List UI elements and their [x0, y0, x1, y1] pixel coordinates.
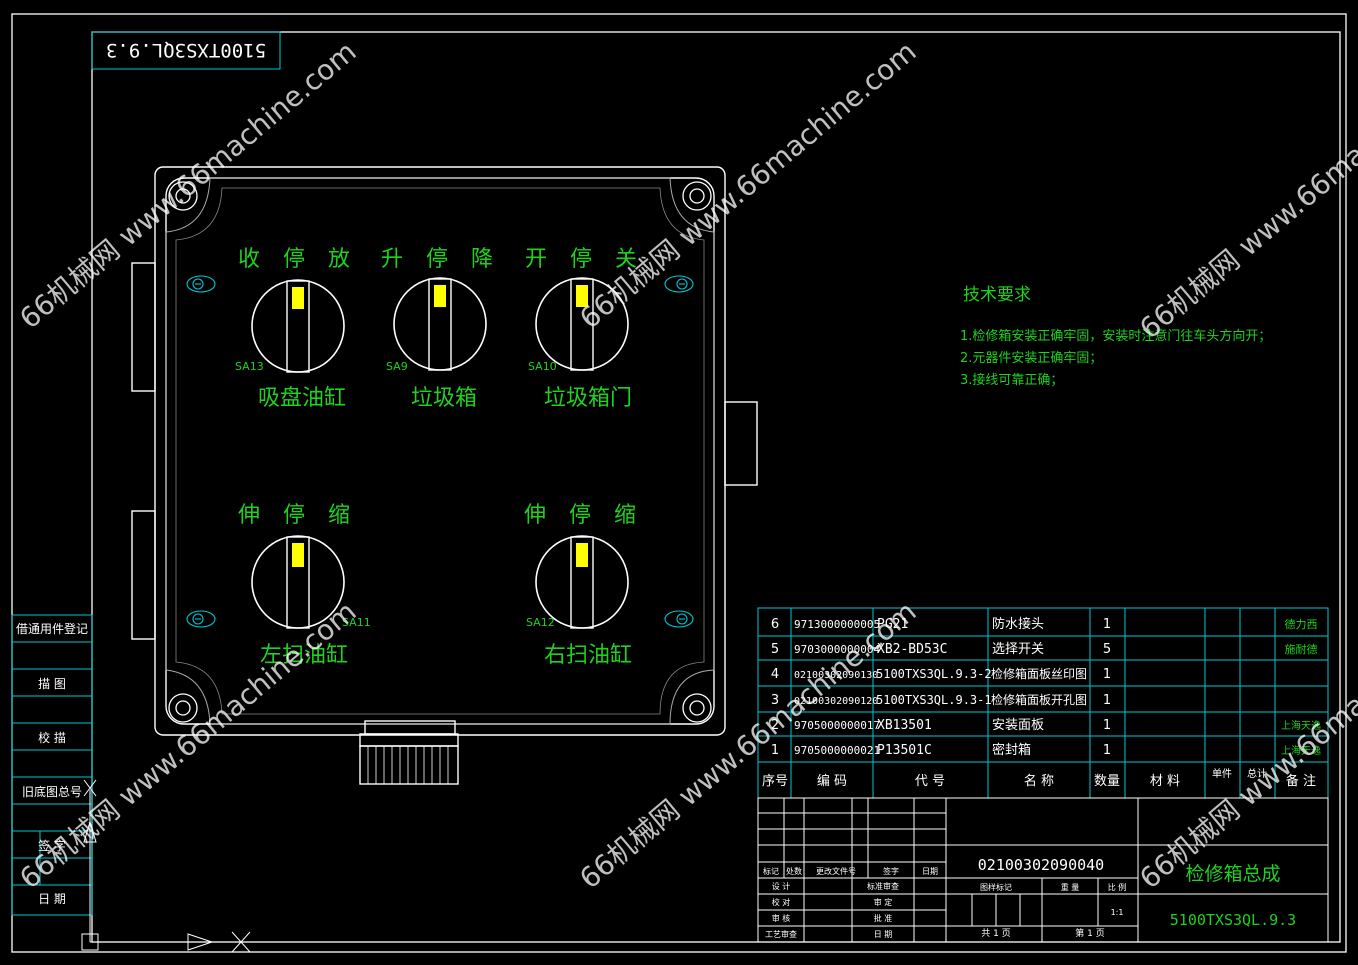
rev-label: 处数: [786, 866, 802, 876]
mirrored-code-text: 5100TXS3QL.9.3: [106, 39, 266, 61]
bom-cell: 1: [1103, 743, 1111, 758]
side-label: 描 图: [38, 677, 66, 691]
bom-cell: XB13501: [877, 718, 932, 733]
sheet-current: 第 1 页: [1075, 927, 1104, 939]
indicator-mark: [292, 287, 304, 309]
switch-caption: 吸盘油缸: [258, 386, 346, 411]
drawing-title: 检修箱总成: [1185, 863, 1280, 885]
switch-positions: 伸 停 缩: [238, 503, 358, 528]
bom-cell: 6: [771, 617, 779, 632]
switch-id: SA10: [528, 360, 557, 373]
bom-cell: 5: [771, 642, 779, 657]
switch-caption: 右扫油缸: [544, 643, 632, 668]
bom-header-cell: 单件: [1212, 768, 1232, 780]
side-label: 日 期: [38, 892, 66, 906]
rev-label: 日期: [922, 867, 938, 876]
rev-label: 签字: [883, 866, 899, 876]
bom-cell: 1: [1103, 617, 1111, 632]
bom-header-cell: 材 料: [1150, 774, 1180, 789]
weight-label: 重 量: [1061, 882, 1080, 892]
role-label: 日 期: [874, 930, 893, 939]
indicator-mark: [292, 543, 304, 567]
rev-label: 更改文件号: [816, 866, 856, 876]
drawing-number: 02100302090040: [978, 856, 1104, 874]
side-label: 借通用件登记: [16, 621, 88, 636]
bom-cell: 检修箱面板开孔图: [991, 692, 1087, 707]
rev-label: 标记: [763, 866, 779, 876]
drawing-code: 5100TXS3QL.9.3: [1170, 911, 1296, 929]
role-label: 标准审查: [867, 881, 899, 891]
switch-id: SA13: [235, 360, 264, 373]
role-label: 工艺审查: [765, 929, 797, 939]
role-label: 校 对: [772, 897, 791, 907]
bom-cell: 德力西: [1285, 617, 1318, 631]
switch-caption: 垃圾箱门: [544, 386, 632, 411]
bom-header-cell: 名 称: [1024, 773, 1054, 789]
bom-cell: 安装面板: [992, 718, 1044, 733]
bom-cell: 5100TXS3QL.9.3-1: [876, 693, 992, 707]
switch-id: SA9: [386, 360, 408, 373]
bom-cell: 防水接头: [992, 616, 1044, 632]
stage-label: 图样标记: [980, 882, 1012, 892]
switch-positions: 升 停 降: [381, 247, 501, 272]
role-label: 设 计: [772, 881, 791, 891]
switch-id: SA12: [526, 616, 555, 629]
indicator-mark: [434, 285, 446, 307]
bom-cell: 5100TXS3QL.9.3-2: [876, 667, 992, 681]
side-label: 校 描: [38, 730, 66, 745]
side-label: 旧底图总号: [22, 784, 82, 799]
bom-cell: 1: [1103, 718, 1111, 733]
bom-header-cell: 数量: [1094, 774, 1120, 789]
sheets-total: 共 1 页: [981, 928, 1010, 939]
role-label: 审 定: [874, 897, 893, 907]
role-label: 批 准: [874, 913, 893, 923]
role-label: 审 核: [772, 913, 791, 923]
scale-value: 1:1: [1111, 908, 1124, 917]
bom-cell: 检修箱面板丝印图: [991, 666, 1087, 681]
bom-cell: 施耐德: [1285, 642, 1318, 656]
tech-requirement-1: 1.检修箱安装正确牢固，安装时注意门往车头方向开；: [960, 328, 1271, 344]
switch-positions: 收 停 放: [238, 247, 358, 272]
cad-drawing: 5100TXS3QL.9.3 收 停 放 SA13 吸盘油缸 升 停 降 SA9…: [0, 0, 1358, 965]
bom-cell: 9705000000017: [794, 719, 880, 732]
tech-requirement-3: 3.接线可靠正确；: [960, 372, 1063, 388]
tech-requirement-2: 2.元器件安装正确牢固；: [960, 351, 1102, 366]
bom-cell: 5: [1103, 642, 1111, 657]
bom-cell: 9705000000021: [794, 744, 880, 757]
bom-cell: 1: [1103, 667, 1111, 682]
tech-requirements-title: 技术要求: [963, 285, 1031, 305]
bom-cell: 4: [771, 667, 779, 682]
bom-header-cell: 代 号: [915, 774, 945, 789]
indicator-mark: [576, 543, 588, 567]
switch-caption: 垃圾箱: [411, 386, 477, 411]
bom-cell: 选择开关: [992, 642, 1044, 657]
bom-cell: 1: [1103, 693, 1111, 708]
bom-header-cell: 序号: [762, 774, 788, 789]
bom-header-cell: 编 码: [817, 774, 847, 789]
bom-cell: 密封箱: [992, 742, 1031, 758]
bom-cell: P13501C: [877, 743, 932, 758]
switch-positions: 伸 停 缩: [524, 503, 644, 528]
scale-label: 比 例: [1108, 882, 1127, 892]
